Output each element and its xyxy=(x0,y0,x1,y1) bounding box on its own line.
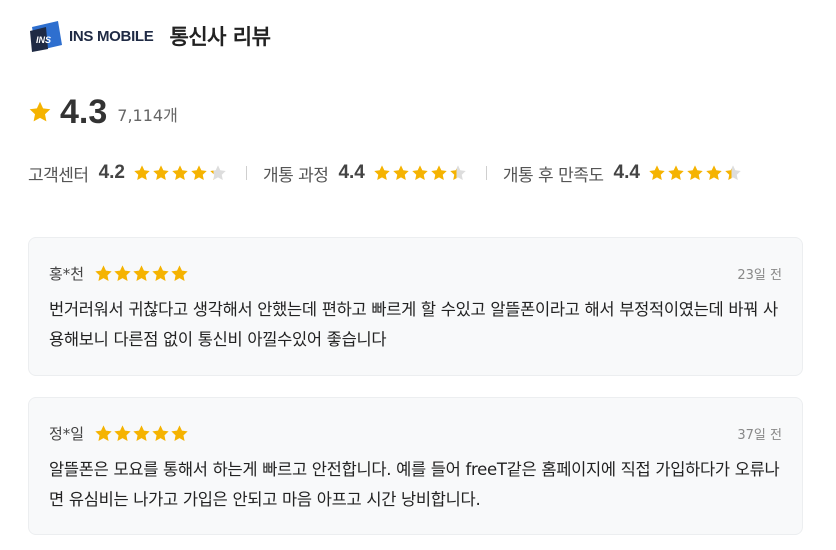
star-icon xyxy=(668,165,684,181)
overall-rating: 4.3 7,114개 xyxy=(28,92,178,132)
review-card: 홍*천 23일 전 번거러워서 귀찮다고 생각해서 안했는데 편하고 빠르게 할… xyxy=(28,237,803,376)
ins-logo-mark-icon: INS xyxy=(28,19,66,53)
page-title: 통신사 리뷰 xyxy=(169,25,271,49)
logo-text: INS MOBILE xyxy=(69,27,154,45)
star-icon xyxy=(171,424,188,441)
overall-score: 4.3 xyxy=(60,92,108,131)
review-header: 정*일 37일 전 xyxy=(49,418,782,448)
svg-text:INS: INS xyxy=(36,35,51,45)
star-rating xyxy=(133,164,228,182)
star-icon xyxy=(95,424,112,441)
star-icon xyxy=(649,165,665,181)
sub-rating-score: 4.2 xyxy=(98,162,125,183)
star-icon xyxy=(134,165,150,181)
sub-rating-customer-center: 고객센터 4.2 xyxy=(28,161,228,186)
star-rating xyxy=(373,164,468,182)
sub-rating-label: 개통 후 만족도 xyxy=(502,165,604,186)
star-icon xyxy=(450,165,466,181)
star-icon xyxy=(152,264,169,281)
sub-rating-label: 개통 과정 xyxy=(262,165,329,186)
reviewer-name: 홍*천 xyxy=(49,264,85,283)
review-star-rating xyxy=(94,424,189,443)
review-count: 7,114개 xyxy=(117,106,178,125)
star-icon xyxy=(374,165,390,181)
sub-ratings: 고객센터 4.2 개통 과정 4.4 개통 후 만족도 4.4 xyxy=(28,158,743,188)
star-icon xyxy=(706,165,722,181)
star-icon xyxy=(153,165,169,181)
sub-rating-label: 고객센터 xyxy=(28,165,89,186)
star-icon xyxy=(431,165,447,181)
star-icon xyxy=(687,165,703,181)
header: INS INS MOBILE 통신사 리뷰 xyxy=(28,16,271,56)
sub-rating-score: 4.4 xyxy=(613,162,640,183)
star-icon xyxy=(29,101,51,122)
review-header: 홍*천 23일 전 xyxy=(49,258,782,288)
ins-mobile-logo[interactable]: INS INS MOBILE xyxy=(28,19,154,53)
star-icon xyxy=(95,264,112,281)
star-icon xyxy=(191,165,207,181)
divider xyxy=(485,166,487,180)
star-icon xyxy=(152,424,169,441)
star-icon xyxy=(114,264,131,281)
star-icon xyxy=(725,165,741,181)
sub-rating-score: 4.4 xyxy=(338,162,365,183)
star-icon xyxy=(172,165,188,181)
star-rating xyxy=(648,164,743,182)
review-date: 37일 전 xyxy=(737,427,782,443)
review-date: 23일 전 xyxy=(737,267,782,283)
star-icon xyxy=(412,165,428,181)
star-icon xyxy=(171,264,188,281)
star-icon xyxy=(210,165,226,181)
star-icon xyxy=(393,165,409,181)
review-card: 정*일 37일 전 알뜰폰은 모요를 통해서 하는게 빠르고 안전합니다. 예를… xyxy=(28,397,803,535)
divider xyxy=(245,166,247,180)
reviewer-name: 정*일 xyxy=(49,424,85,443)
review-text: 번거러워서 귀찮다고 생각해서 안했는데 편하고 빠르게 할 수있고 알뜰폰이라… xyxy=(49,300,778,349)
star-icon xyxy=(133,264,150,281)
sub-rating-post-activation-satisfaction: 개통 후 만족도 4.4 xyxy=(503,161,743,186)
star-icon xyxy=(114,424,131,441)
sub-rating-activation-process: 개통 과정 4.4 xyxy=(263,161,468,186)
star-icon xyxy=(133,424,150,441)
review-text: 알뜰폰은 모요를 통해서 하는게 빠르고 안전합니다. 예를 들어 freeT같… xyxy=(49,460,780,509)
review-star-rating xyxy=(94,264,189,283)
